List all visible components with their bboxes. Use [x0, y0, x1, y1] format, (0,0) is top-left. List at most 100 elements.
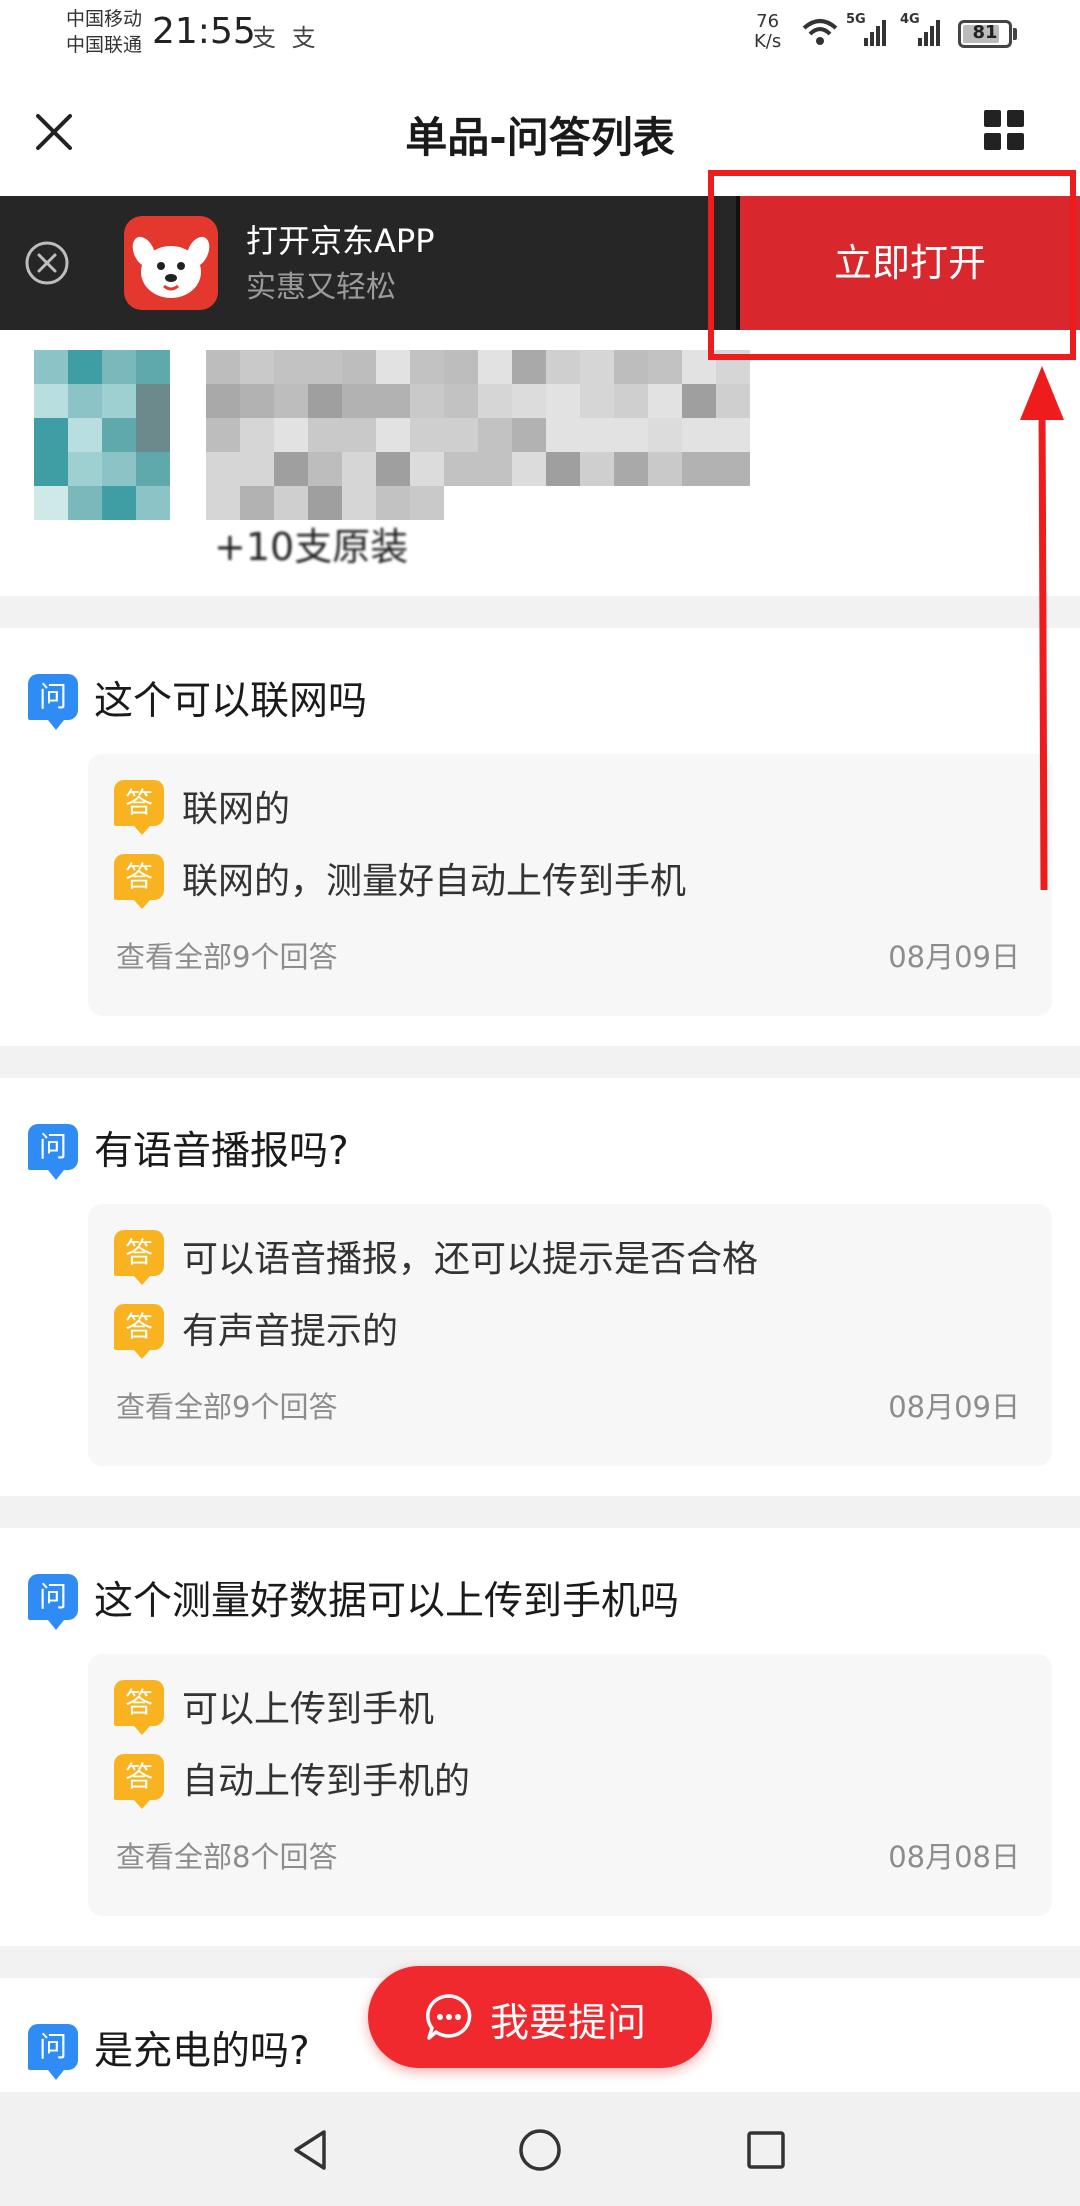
pixel-tile — [342, 418, 376, 452]
back-icon[interactable] — [290, 2128, 330, 2172]
pixel-tile — [136, 384, 170, 418]
answer-badge-icon: 答 — [114, 1304, 164, 1359]
product-name-tail: +10支原装 — [214, 525, 409, 569]
pixel-tile — [274, 452, 308, 486]
section-divider — [0, 1496, 1080, 1528]
question-badge-icon: 问 — [28, 1574, 78, 1630]
signal-sim1-icon: 5G — [846, 12, 892, 48]
pixel-tile — [614, 350, 648, 384]
pixel-tile — [716, 452, 750, 486]
pixel-tile — [580, 350, 614, 384]
pixel-tile — [444, 384, 478, 418]
pixel-tile — [444, 350, 478, 384]
answer-badge-icon: 答 — [114, 1680, 164, 1735]
pixel-tile — [410, 418, 444, 452]
pixel-tile — [512, 350, 546, 384]
pixel-tile — [444, 418, 478, 452]
pixel-tile — [34, 452, 68, 486]
pixel-tile — [34, 486, 68, 520]
pixel-tile — [342, 486, 376, 520]
pixel-tile — [478, 384, 512, 418]
pixel-tile — [206, 384, 240, 418]
pixel-tile — [274, 350, 308, 384]
pixel-tile — [136, 452, 170, 486]
ask-question-label: 我要提问 — [490, 2001, 647, 2046]
answer-text: 联网的 — [182, 789, 291, 830]
pixel-tile — [308, 418, 342, 452]
qa-card[interactable]: 问 这个测量好数据可以上传到手机吗 答 可以上传到手机 答 自动上传到手机的 查… — [0, 1528, 1080, 1946]
pixel-tile — [34, 350, 68, 384]
battery-icon: 81 — [958, 20, 1012, 48]
recent-apps-icon[interactable] — [746, 2130, 786, 2170]
pixel-tile — [68, 350, 102, 384]
pixel-tile — [206, 452, 240, 486]
pixel-tile — [682, 418, 716, 452]
pixel-tile — [716, 418, 750, 452]
pixel-tile — [342, 384, 376, 418]
pixel-tile — [478, 452, 512, 486]
annotation-arrow-icon — [1020, 366, 1064, 890]
answer-box[interactable]: 答 联网的 答 联网的，测量好自动上传到手机 查看全部9个回答 08月09日 — [88, 754, 1052, 1016]
question-text: 有语音播报吗? — [94, 1129, 349, 1174]
pixel-tile — [68, 452, 102, 486]
banner-close-icon[interactable] — [24, 240, 70, 286]
banner-title: 打开京东APP — [246, 222, 435, 260]
grid-menu-icon[interactable] — [982, 108, 1026, 152]
answer-text: 可以上传到手机 — [182, 1689, 435, 1730]
qa-card[interactable]: 问 这个可以联网吗 答 联网的 答 联网的，测量好自动上传到手机 查看全部9个回… — [0, 628, 1080, 1046]
view-all-answers-link[interactable]: 查看全部8个回答 — [116, 1834, 337, 1876]
pixel-tile — [102, 350, 136, 384]
pixel-tile — [648, 350, 682, 384]
ask-question-button[interactable]: 我要提问 — [368, 1966, 712, 2068]
section-divider — [0, 1046, 1080, 1078]
answer-badge-icon: 答 — [114, 780, 164, 835]
pixel-tile — [376, 350, 410, 384]
answer-text: 可以语音播报，还可以提示是否合格 — [182, 1239, 759, 1280]
pixel-tile — [410, 452, 444, 486]
pixel-tile — [376, 452, 410, 486]
pixel-tile — [614, 384, 648, 418]
status-bar: 中国移动 中国联通 21:55 支 支 76 K/s 5G 4G 81 — [0, 0, 1080, 64]
pixel-tile — [68, 486, 102, 520]
pixel-tile — [648, 418, 682, 452]
pixel-tile — [614, 418, 648, 452]
pixel-tile — [614, 452, 648, 486]
product-summary[interactable]: +10支原装 — [0, 330, 1080, 596]
question-text: 是充电的吗? — [94, 2029, 310, 2074]
page-title: 单品-问答列表 — [405, 113, 675, 162]
home-icon[interactable] — [518, 2128, 562, 2172]
answer-box[interactable]: 答 可以语音播报，还可以提示是否合格 答 有声音提示的 查看全部9个回答 08月… — [88, 1204, 1052, 1466]
pixel-tile — [546, 384, 580, 418]
answer-text: 有声音提示的 — [182, 1311, 399, 1352]
pixel-tile — [376, 384, 410, 418]
section-divider — [0, 596, 1080, 628]
pixel-tile — [206, 418, 240, 452]
pixel-tile — [410, 350, 444, 384]
battery-tip — [1013, 28, 1017, 40]
pixel-tile — [274, 486, 308, 520]
pixel-tile — [136, 486, 170, 520]
pixel-tile — [240, 350, 274, 384]
battery-percent: 81 — [972, 22, 998, 43]
view-all-answers-link[interactable]: 查看全部9个回答 — [116, 1384, 337, 1426]
view-all-answers-link[interactable]: 查看全部9个回答 — [116, 934, 337, 976]
pixel-tile — [648, 384, 682, 418]
pixel-tile — [34, 418, 68, 452]
pixel-tile — [206, 350, 240, 384]
answer-badge-icon: 答 — [114, 1230, 164, 1285]
answer-badge-icon: 答 — [114, 1754, 164, 1809]
pixel-tile — [716, 384, 750, 418]
pixel-tile — [68, 384, 102, 418]
pixel-tile — [240, 486, 274, 520]
question-badge-icon: 问 — [28, 674, 78, 730]
network-speed: 76 K/s — [754, 12, 781, 52]
pixel-tile — [102, 418, 136, 452]
pixel-tile — [682, 384, 716, 418]
pixel-tile — [512, 418, 546, 452]
banner-subtitle: 实惠又轻松 — [246, 270, 396, 305]
jd-dog-mascot-icon — [132, 236, 210, 298]
answer-box[interactable]: 答 可以上传到手机 答 自动上传到手机的 查看全部8个回答 08月08日 — [88, 1654, 1052, 1916]
pixel-tile — [240, 384, 274, 418]
qa-card[interactable]: 问 有语音播报吗? 答 可以语音播报，还可以提示是否合格 答 有声音提示的 查看… — [0, 1078, 1080, 1496]
pixel-tile — [410, 486, 444, 520]
